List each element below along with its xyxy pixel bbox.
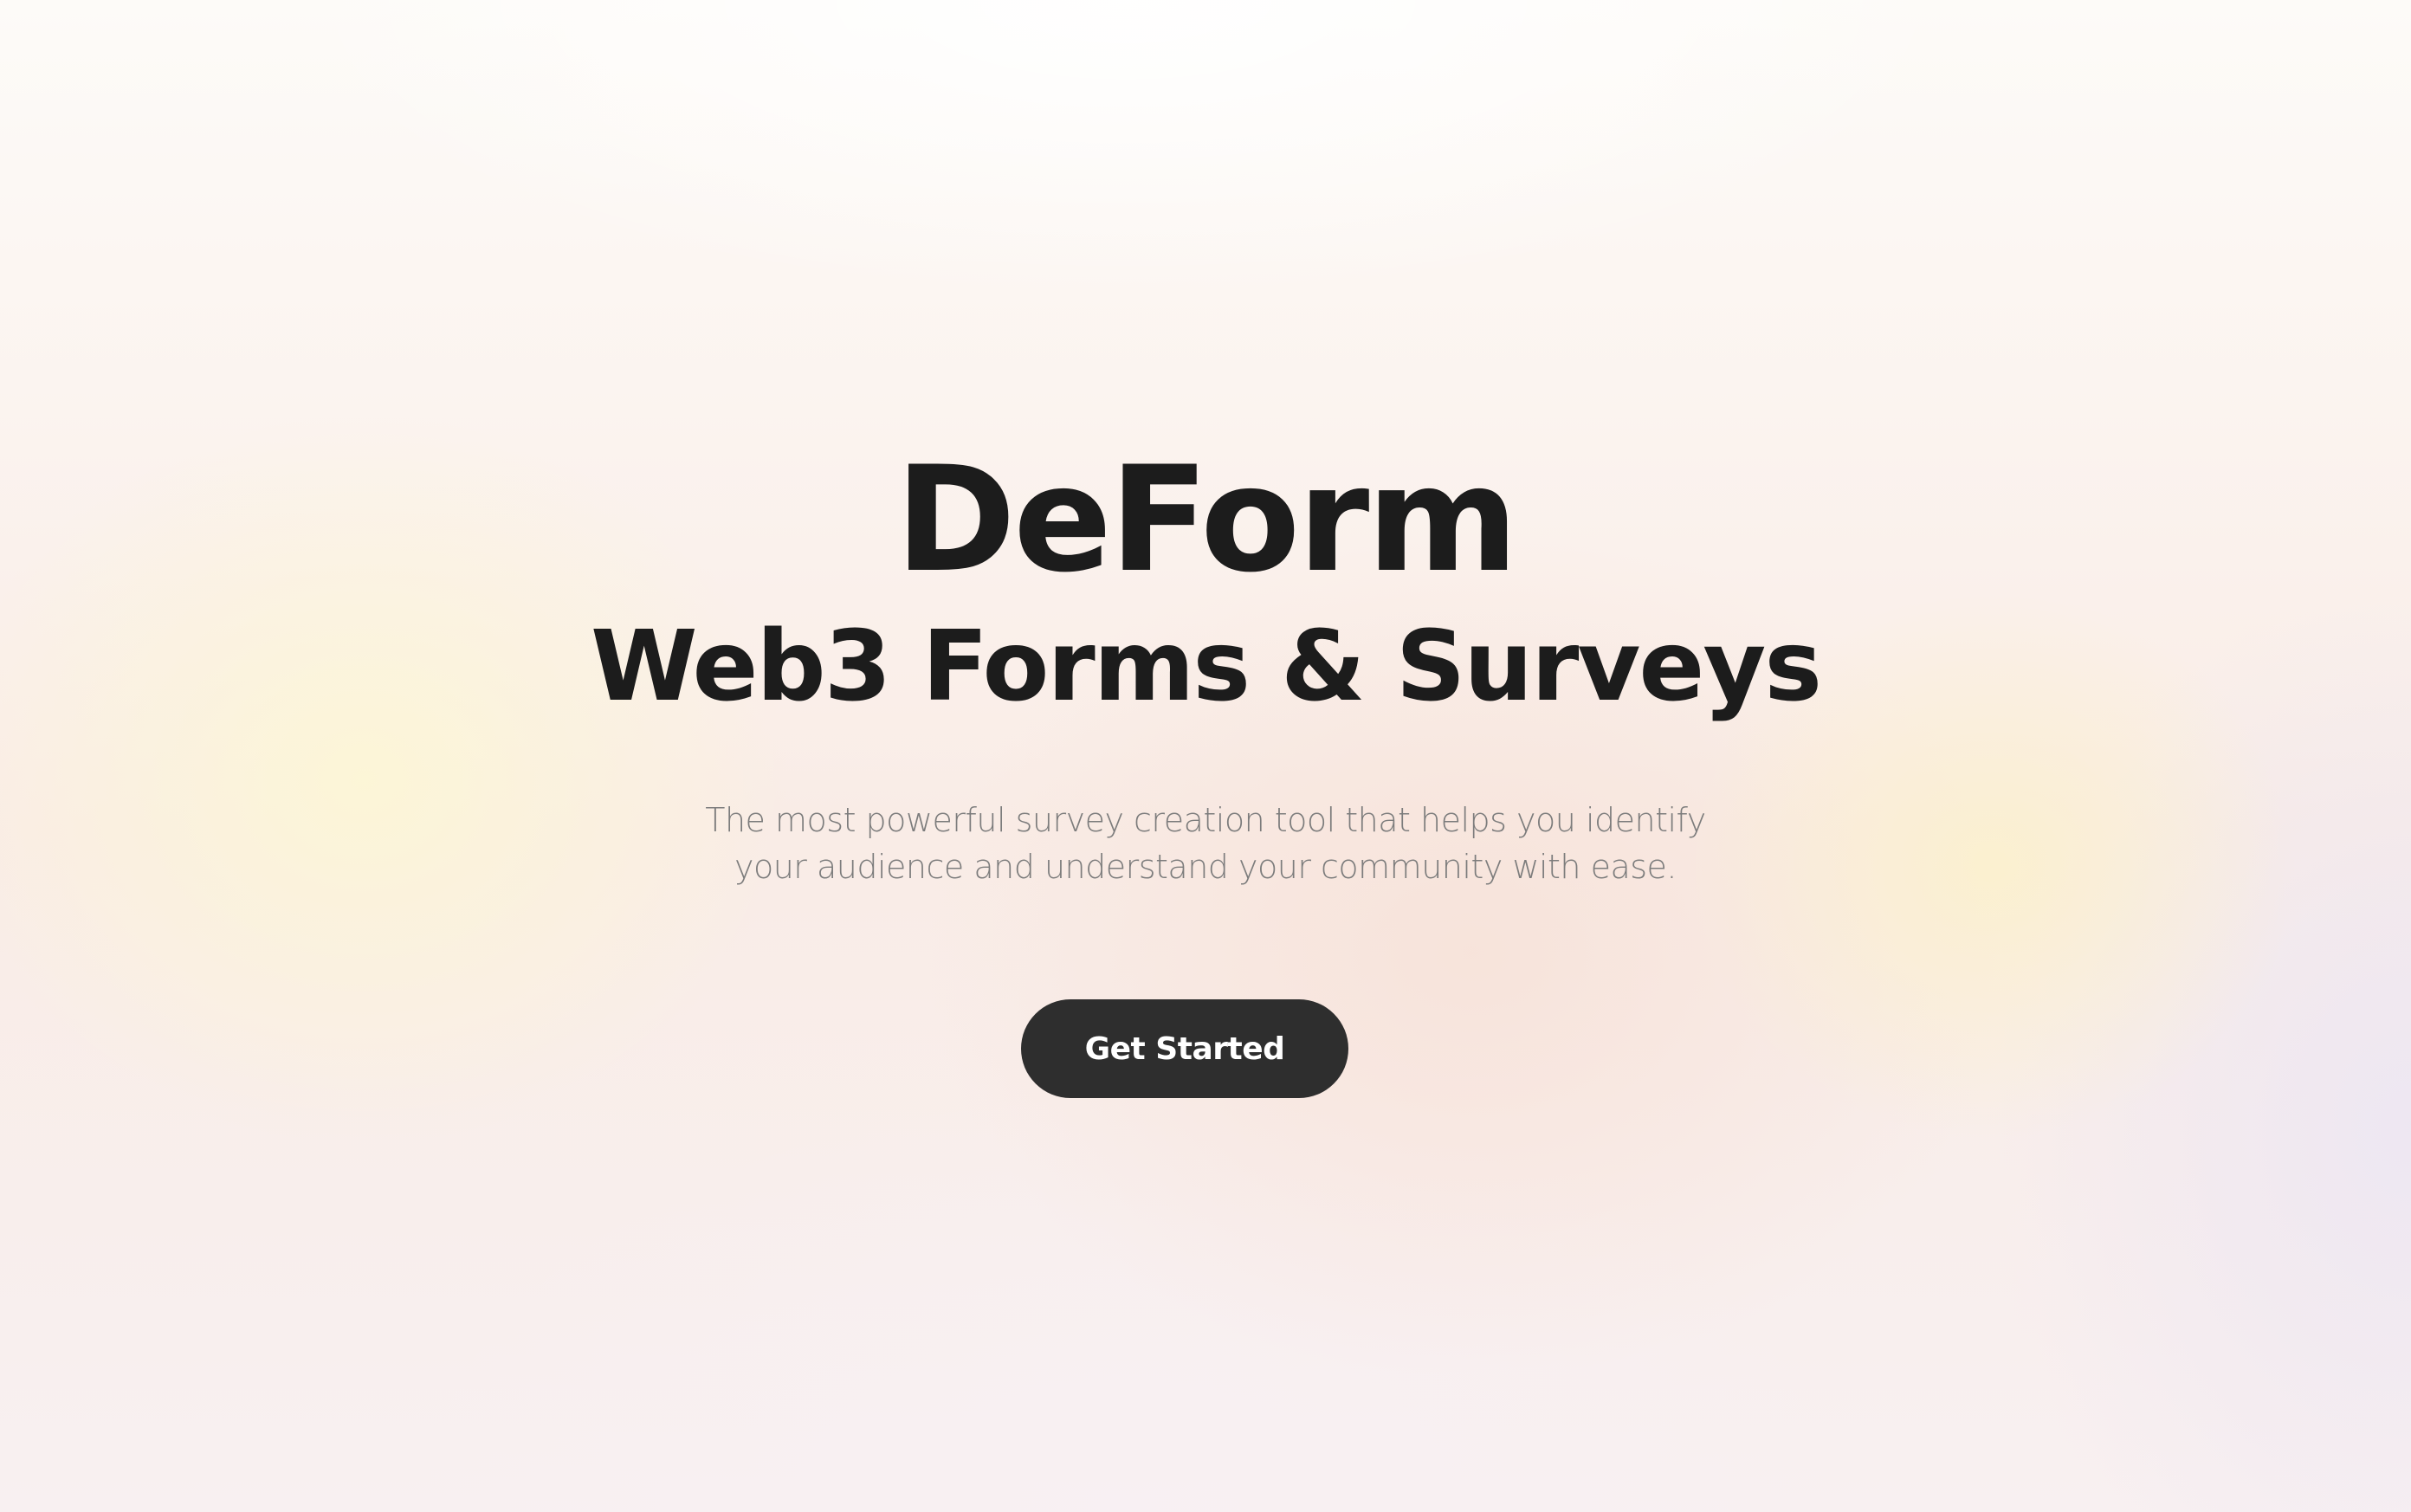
hero-description: The most powerful survey creation tool t… — [686, 797, 1725, 890]
hero-description-line-1: The most powerful survey creation tool t… — [705, 801, 1706, 839]
page-subtitle: Web3 Forms & Surveys — [590, 611, 1822, 723]
hero-section: DeForm Web3 Forms & Surveys The most pow… — [0, 0, 2411, 1512]
get-started-button-label: Get Started — [1084, 1031, 1285, 1067]
hero-description-line-2: your audience and understand your commun… — [734, 848, 1677, 886]
get-started-button[interactable]: Get Started — [1021, 999, 1348, 1098]
page-title: DeForm — [895, 435, 1519, 604]
